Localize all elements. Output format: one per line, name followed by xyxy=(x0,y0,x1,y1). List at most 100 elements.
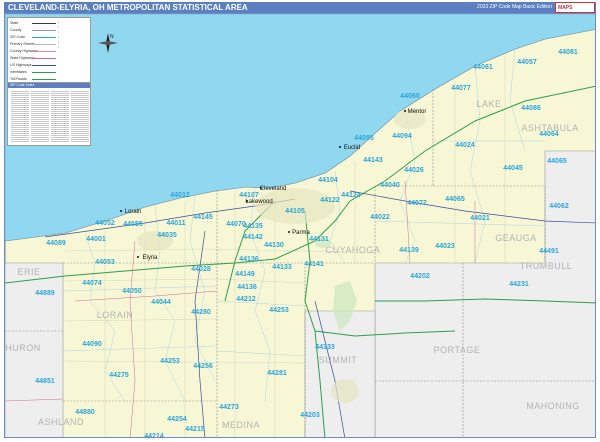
zip-index-entry xyxy=(71,99,89,100)
zip-code-label: 44089 xyxy=(46,240,66,247)
zip-code-label: 44035 xyxy=(157,232,177,239)
city-label: Parma xyxy=(292,230,310,236)
zip-index-entry xyxy=(31,133,49,134)
map-frame: CLEVELAND-ELYRIA, OH METROPOLITAN STATIS… xyxy=(0,0,600,442)
zip-code-label: 44065 xyxy=(547,158,567,165)
zip-code-label: 44122 xyxy=(320,197,340,204)
title-bar: CLEVELAND-ELYRIA, OH METROPOLITAN STATIS… xyxy=(4,2,596,13)
zip-index-entry xyxy=(71,119,89,120)
zip-code-label: 44045 xyxy=(503,165,523,172)
legend-key-line: • xyxy=(58,45,60,49)
zip-code-label: 44214 xyxy=(144,433,164,438)
zip-code-label: 44072 xyxy=(407,200,427,207)
zip-index-entry xyxy=(11,135,29,136)
zip-index-entry xyxy=(51,103,69,104)
zip-index-entry xyxy=(51,101,69,102)
zip-index-entry xyxy=(31,99,49,100)
zip-index-entry xyxy=(51,97,69,98)
zip-code-index: ZIP Code Index xyxy=(7,82,91,146)
zip-index-entry xyxy=(11,139,29,140)
zip-index-entry xyxy=(51,115,69,116)
legend-swatch xyxy=(32,65,56,66)
legend-label: State xyxy=(10,21,19,25)
zip-code-label: 44333 xyxy=(315,344,335,351)
compass-north-label: N xyxy=(110,34,114,40)
zip-index-entry xyxy=(31,127,49,128)
zip-code-label: 44081 xyxy=(558,49,578,56)
zip-code-label: 44130 xyxy=(264,242,284,249)
zip-index-entry xyxy=(51,111,69,112)
zip-index-entry xyxy=(31,103,49,104)
zip-index-entry xyxy=(11,105,29,106)
zip-index-entry xyxy=(11,97,29,98)
zip-code-label: 44124 xyxy=(341,192,361,199)
zip-index-entry xyxy=(11,133,29,134)
zip-index-entry xyxy=(31,111,49,112)
zip-index-entry xyxy=(51,107,69,108)
city-marker xyxy=(120,210,122,212)
zip-index-entry xyxy=(31,119,49,120)
zip-index-entry xyxy=(31,107,49,108)
legend-label: US Highways xyxy=(10,63,32,67)
zip-code-label: 44011 xyxy=(166,220,185,227)
zip-index-entry xyxy=(51,129,69,130)
legend-label: ZIP Code xyxy=(10,35,26,39)
zip-code-label: 44491 xyxy=(539,248,559,255)
map-canvas[interactable]: LAKEASHTABULAGEAUGATRUMBULLCUYAHOGAERIEL… xyxy=(5,14,596,438)
zip-code-label: 44215 xyxy=(185,426,205,433)
zip-code-label: 44022 xyxy=(370,214,390,221)
zip-code-label: 44851 xyxy=(35,378,55,385)
legend-swatch xyxy=(32,23,56,24)
zip-index-entry xyxy=(71,125,89,126)
zip-index-entry xyxy=(11,119,29,120)
zip-index-entry xyxy=(71,121,89,122)
zip-code-label: 44061 xyxy=(473,64,493,71)
zip-index-entry xyxy=(11,101,29,102)
zip-code-label: 44253 xyxy=(160,358,180,365)
zip-index-entry xyxy=(11,111,29,112)
zip-index-entry xyxy=(31,123,49,124)
zip-code-label: 44028 xyxy=(191,266,211,273)
county-label: ERIE xyxy=(17,267,40,277)
city-marker xyxy=(137,256,139,258)
zip-code-label: 44062 xyxy=(549,203,569,210)
zip-code-label: 44001 xyxy=(86,236,106,243)
zip-code-label: 44136 xyxy=(237,284,257,291)
zip-index-entry xyxy=(11,123,29,124)
zip-index-entry xyxy=(71,107,89,108)
zip-code-label: 44077 xyxy=(451,85,471,92)
zip-index-entry xyxy=(31,113,49,114)
map-area[interactable]: LAKE ASHTABULA GEAUGA TRUMBULL CUYAHOGA ERIE L… xyxy=(4,13,596,438)
city-marker xyxy=(339,146,341,148)
zip-code-label: 44104 xyxy=(318,177,338,184)
zip-code-label: 44044 xyxy=(151,299,171,306)
zip-index-entry xyxy=(51,109,69,110)
county-label: HURON xyxy=(5,343,41,353)
zip-index-entry xyxy=(51,123,69,124)
county-label: MEDINA xyxy=(222,420,260,430)
city-marker xyxy=(404,110,406,112)
zip-index-entry xyxy=(11,117,29,118)
zip-index-column xyxy=(31,90,49,143)
zip-index-entry xyxy=(71,139,89,140)
legend-label: County xyxy=(10,28,22,32)
logo-text: MAPS xyxy=(558,5,573,11)
zip-code-label: 44023 xyxy=(435,243,455,250)
zip-index-entry xyxy=(51,133,69,134)
zip-code-label: 44231 xyxy=(509,281,529,288)
zip-index-entry xyxy=(11,129,29,130)
legend-row: State Highways xyxy=(10,55,58,62)
legend-swatch xyxy=(32,51,56,52)
county-label: MAHONING xyxy=(526,401,580,411)
zip-code-label: 44280 xyxy=(191,309,211,316)
zip-index-entry xyxy=(31,121,49,122)
zip-index-entry xyxy=(31,117,49,118)
zip-index-entry xyxy=(51,137,69,138)
zip-index-entry xyxy=(71,103,89,104)
zip-index-entry xyxy=(51,95,69,96)
county-label: CUYAHOGA xyxy=(326,245,381,255)
county-label: ASHLAND xyxy=(38,417,84,427)
zip-index-entry xyxy=(51,125,69,126)
zip-index-title: ZIP Code Index xyxy=(8,83,90,88)
zip-code-label: 44055 xyxy=(123,221,143,228)
